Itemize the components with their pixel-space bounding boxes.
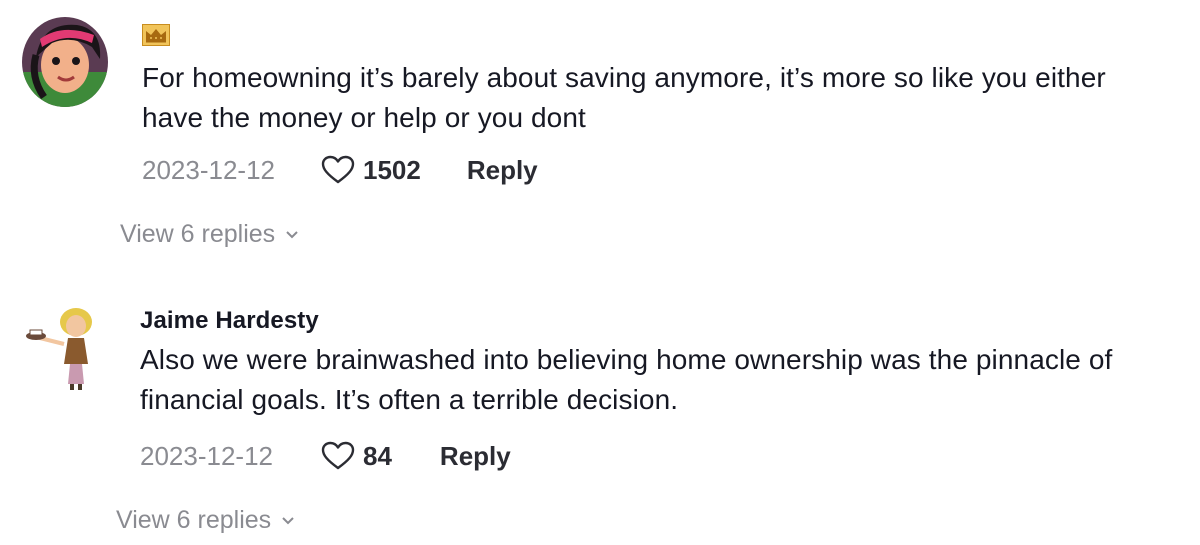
- comment-text: For homeowning it’s barely about saving …: [142, 62, 1106, 133]
- reply-button[interactable]: Reply: [440, 441, 511, 472]
- user-badge: [142, 24, 1182, 46]
- like-count: 84: [363, 440, 392, 471]
- avatar[interactable]: [22, 17, 108, 107]
- view-replies-label: View 6 replies: [120, 220, 276, 248]
- avatar[interactable]: [18, 300, 104, 392]
- heart-icon: [321, 155, 355, 184]
- crown-badge-icon: [142, 24, 170, 46]
- like-count: 1502: [363, 154, 421, 185]
- comment-meta: 2023-12-12 1502 Reply: [142, 152, 538, 188]
- chevron-down-icon: [282, 516, 294, 524]
- comment-meta: 2023-12-12 84 Reply: [140, 438, 511, 474]
- chevron-down-icon: [286, 230, 298, 238]
- view-replies-label: View 6 replies: [116, 506, 272, 534]
- comment-date: 2023-12-12: [140, 440, 273, 471]
- comment-username[interactable]: Jaime Hardesty: [140, 306, 1180, 336]
- like-button[interactable]: 1502: [321, 155, 421, 186]
- heart-icon: [321, 441, 355, 470]
- avatar-image: [22, 17, 108, 107]
- view-replies-button[interactable]: View 6 replies: [116, 506, 295, 535]
- comment-text: Also we were brainwashed into believing …: [140, 344, 1113, 415]
- like-button[interactable]: 84: [321, 441, 392, 472]
- comment-date: 2023-12-12: [142, 154, 275, 185]
- view-replies-button[interactable]: View 6 replies: [120, 220, 299, 249]
- reply-button[interactable]: Reply: [467, 155, 538, 186]
- avatar-image: [18, 300, 104, 392]
